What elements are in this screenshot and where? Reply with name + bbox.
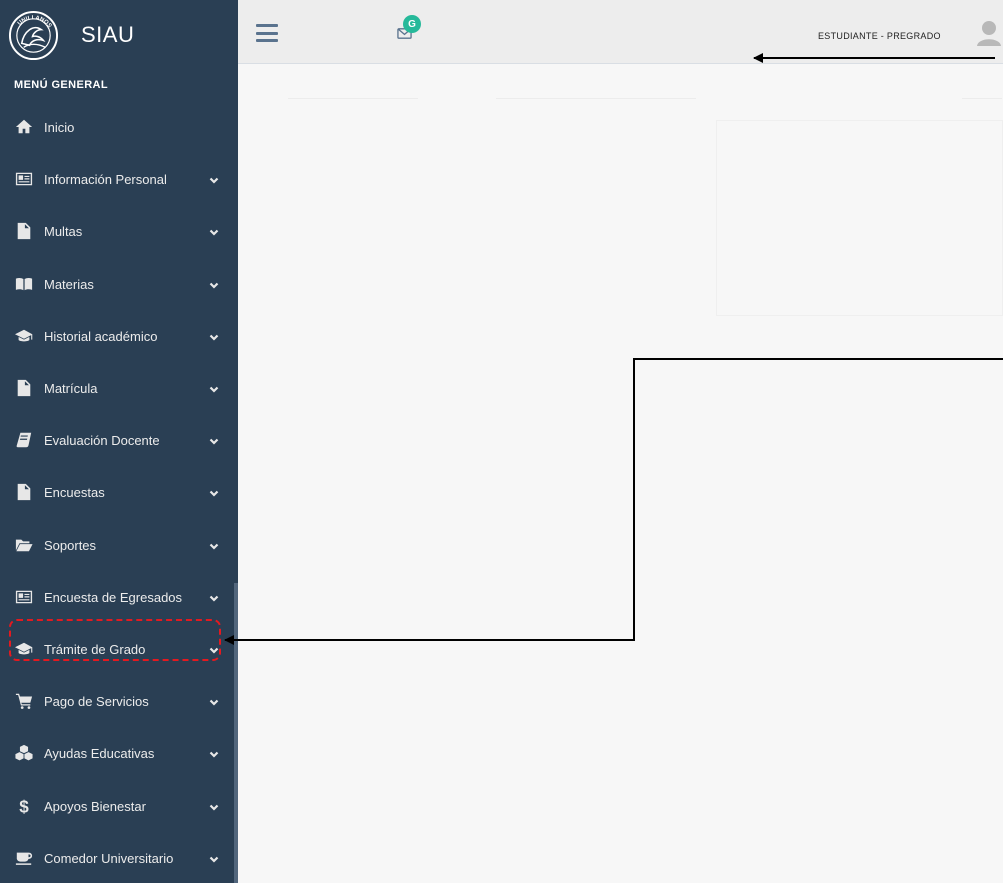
id-card-icon: [12, 587, 36, 607]
sidebar-item-label: Soportes: [44, 537, 97, 553]
sidebar-item-label: Encuesta de Egresados: [44, 589, 183, 605]
app-title: SIAU: [81, 22, 135, 47]
user-role[interactable]: ESTUDIANTE - PREGRADO: [818, 31, 941, 41]
messages-button[interactable]: G: [397, 15, 421, 44]
coffee-icon: [12, 848, 36, 868]
sidebar-item-ayudas-educativas[interactable]: Ayudas Educativas: [0, 738, 232, 768]
menu-toggle-icon[interactable]: [256, 24, 278, 42]
sidebar-item-evaluacion-docente[interactable]: Evaluación Docente: [0, 425, 232, 455]
graduation-cap-icon: [12, 326, 36, 346]
university-logo: UNILLANOS: [8, 10, 59, 60]
sidebar-item-label: Encuestas: [44, 484, 105, 500]
messages-badge: G: [403, 15, 421, 33]
chevron-down-icon: [208, 486, 220, 498]
placeholder-line: [496, 98, 696, 99]
file-text-icon: [12, 221, 36, 241]
chevron-down-icon: [208, 539, 220, 551]
placeholder-line: [288, 98, 418, 99]
shopping-cart-icon: [12, 691, 36, 711]
chevron-down-icon: [208, 747, 220, 759]
chevron-down-icon: [208, 382, 220, 394]
cubes-icon: [12, 743, 36, 763]
placeholder-line: [962, 98, 1002, 99]
sidebar: UNILLANOS SIAU MENÚ GENERAL Inicio Inform…: [0, 0, 238, 883]
user-avatar-icon[interactable]: [975, 18, 1003, 46]
sidebar-item-label: Comedor Universitario: [44, 850, 174, 866]
sidebar-item-historial-academico[interactable]: Historial académico: [0, 321, 232, 351]
svg-text:$: $: [19, 797, 29, 815]
folder-open-icon: [12, 535, 36, 555]
chevron-down-icon: [208, 225, 220, 237]
sidebar-item-apoyos-bienestar[interactable]: $ Apoyos Bienestar: [0, 791, 232, 821]
home-icon: [12, 117, 36, 137]
sidebar-item-label: Matrícula: [44, 380, 98, 396]
chevron-down-icon: [208, 800, 220, 812]
sidebar-item-label: Apoyos Bienestar: [44, 798, 146, 814]
chevron-down-icon: [208, 695, 220, 707]
sidebar-item-matricula[interactable]: Matrícula: [0, 373, 232, 403]
sidebar-item-materias[interactable]: Materias: [0, 269, 232, 299]
sidebar-item-informacion-personal[interactable]: Información Personal: [0, 164, 232, 194]
sidebar-item-pago-de-servicios[interactable]: Pago de Servicios: [0, 686, 232, 716]
sidebar-item-label: Ayudas Educativas: [44, 745, 155, 761]
sidebar-item-label: Multas: [44, 223, 83, 239]
id-card-icon: [12, 169, 36, 189]
placeholder-panel: [716, 120, 1003, 316]
sidebar-item-comedor-universitario[interactable]: Comedor Universitario: [0, 843, 232, 873]
book-open-icon: [12, 274, 36, 294]
file-text-icon: [12, 378, 36, 398]
menu-section-title: MENÚ GENERAL: [14, 79, 109, 91]
sidebar-item-label: Historial académico: [44, 328, 158, 344]
chevron-down-icon: [208, 591, 220, 603]
sidebar-item-label: Pago de Servicios: [44, 693, 149, 709]
sidebar-item-soportes[interactable]: Soportes: [0, 530, 232, 560]
main-content: [238, 64, 1003, 883]
sidebar-item-label: Inicio: [44, 119, 75, 135]
sidebar-item-encuesta-de-egresados[interactable]: Encuesta de Egresados: [0, 582, 232, 612]
sidebar-item-inicio[interactable]: Inicio: [0, 112, 232, 142]
chevron-down-icon: [208, 434, 220, 446]
chevron-down-icon: [208, 852, 220, 864]
sidebar-item-encuestas[interactable]: Encuestas: [0, 477, 232, 507]
chevron-down-icon: [208, 330, 220, 342]
sidebar-item-multas[interactable]: Multas: [0, 216, 232, 246]
book-icon: [12, 430, 36, 450]
top-navbar: G ESTUDIANTE - PREGRADO: [238, 0, 1003, 64]
file-text-icon: [12, 482, 36, 502]
sidebar-item-label: Evaluación Docente: [44, 432, 160, 448]
sidebar-item-label: Información Personal: [44, 171, 167, 187]
brand[interactable]: UNILLANOS SIAU: [8, 6, 134, 64]
sidebar-item-label: Materias: [44, 276, 94, 292]
highlight-annotation: [9, 619, 221, 661]
chevron-down-icon: [208, 173, 220, 185]
dollar-icon: $: [12, 796, 36, 816]
chevron-down-icon: [208, 278, 220, 290]
